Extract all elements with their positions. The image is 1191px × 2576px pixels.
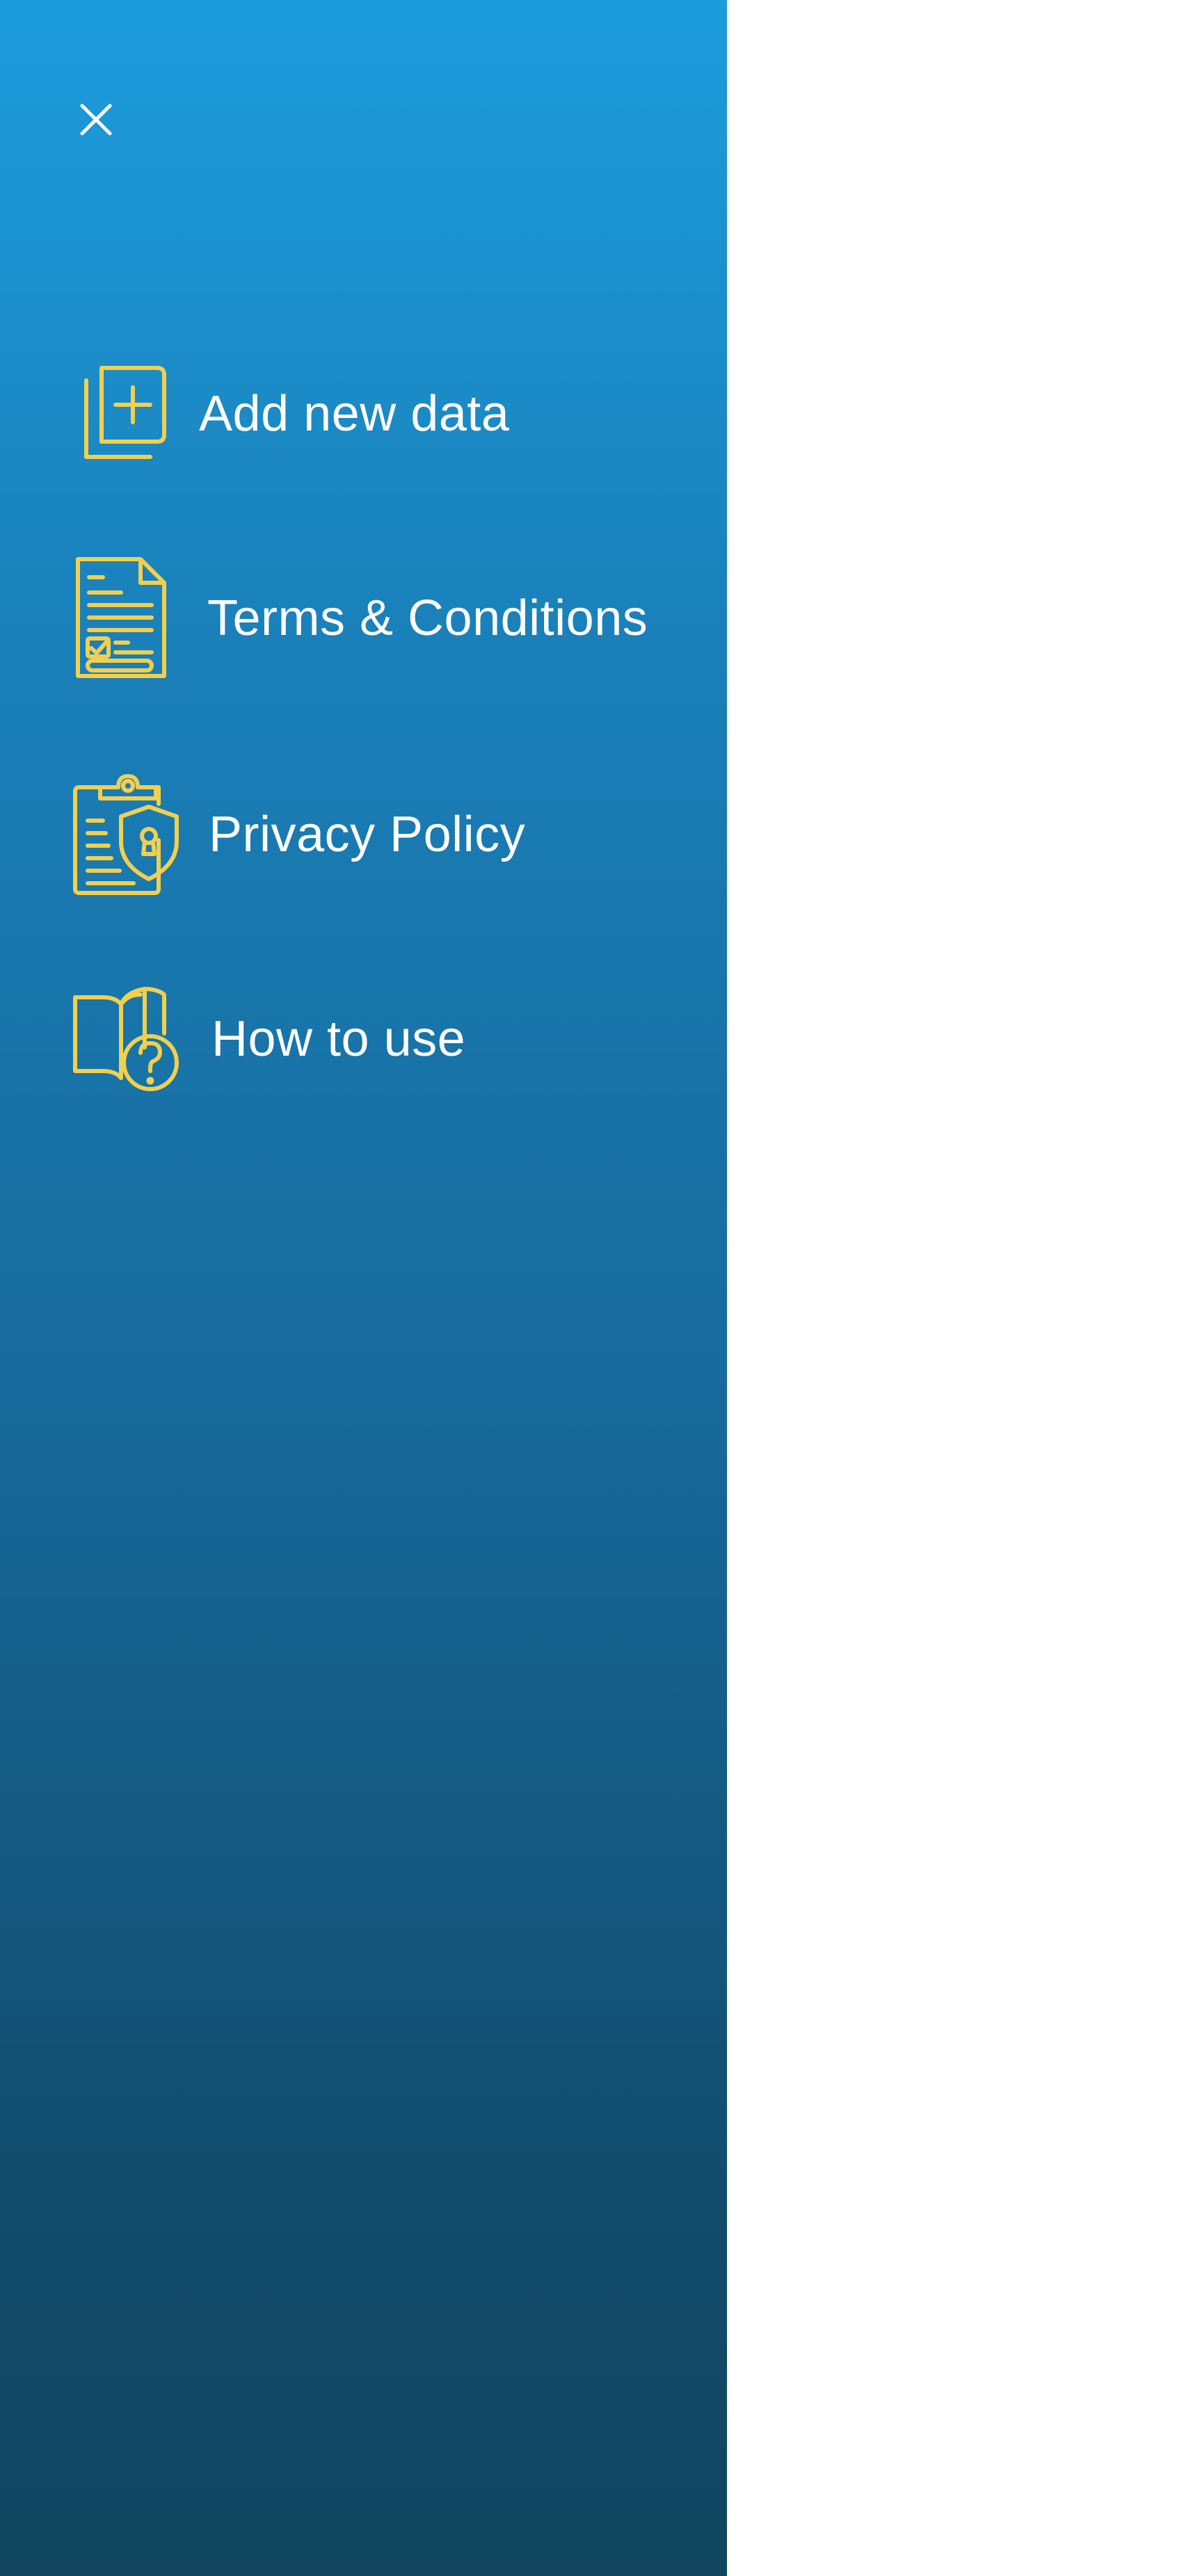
menu-item-label: How to use bbox=[211, 1011, 466, 1067]
clipboard-shield-icon bbox=[73, 774, 179, 895]
menu-item-label: Terms & Conditions bbox=[207, 590, 648, 646]
navigation-drawer: Add new data Terms & Conditions Privacy … bbox=[0, 0, 727, 2576]
book-question-icon bbox=[73, 987, 179, 1091]
close-icon bbox=[80, 104, 112, 136]
menu-item-label: Add new data bbox=[199, 386, 510, 442]
app-screen: Add new data Terms & Conditions Privacy … bbox=[0, 0, 1191, 2576]
menu-item-terms-conditions[interactable]: Terms & Conditions bbox=[72, 556, 648, 680]
add-document-icon bbox=[84, 366, 166, 459]
menu-item-privacy-policy[interactable]: Privacy Policy bbox=[72, 773, 525, 896]
content-backdrop[interactable] bbox=[727, 0, 1191, 2576]
menu-item-how-to-use[interactable]: How to use bbox=[72, 986, 465, 1092]
close-drawer-button[interactable] bbox=[67, 90, 125, 149]
menu-item-add-new-data[interactable]: Add new data bbox=[72, 365, 509, 462]
contract-document-icon bbox=[76, 557, 166, 678]
menu-item-label: Privacy Policy bbox=[209, 807, 526, 862]
